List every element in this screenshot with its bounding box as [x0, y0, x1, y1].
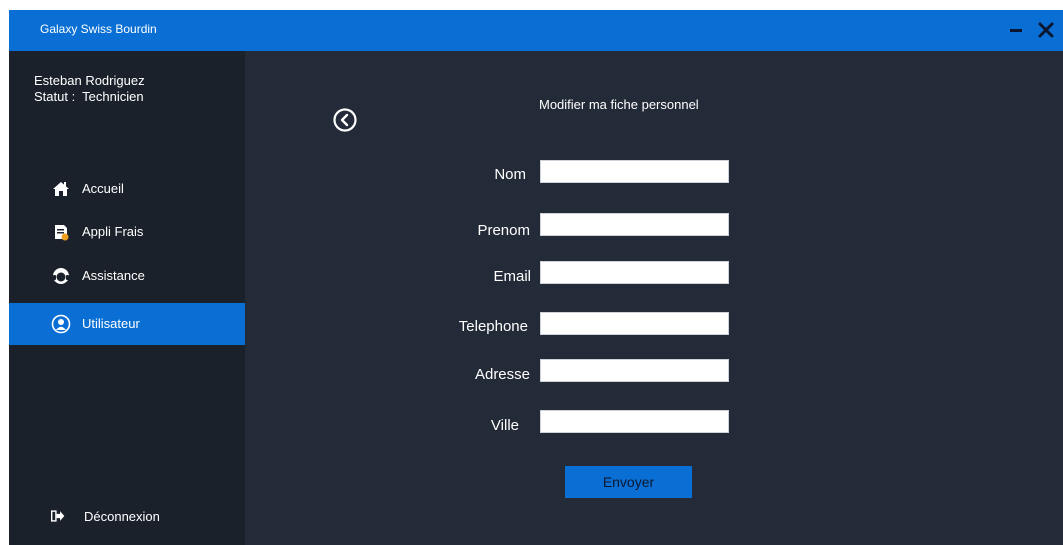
label-prenom: Prenom: [477, 222, 530, 239]
user-status: Statut : Technicien: [34, 89, 144, 104]
sidebar-item-label: Assistance: [82, 268, 145, 283]
label-ville: Ville: [490, 417, 519, 434]
telephone-input[interactable]: [540, 312, 729, 335]
sidebar-item-accueil[interactable]: Accueil: [9, 168, 245, 210]
label-telephone: Telephone: [458, 318, 528, 335]
sidebar-item-label: Accueil: [82, 181, 124, 196]
title-bar: Galaxy Swiss Bourdin: [9, 10, 1063, 51]
form-title: Modifier ma fiche personnel: [539, 97, 699, 112]
user-name: Esteban Rodriguez: [34, 73, 145, 88]
sidebar-item-label: Utilisateur: [82, 316, 140, 331]
app-title: Galaxy Swiss Bourdin: [40, 22, 157, 36]
close-icon: [1038, 22, 1054, 38]
sidebar-item-assistance[interactable]: Assistance: [9, 255, 245, 297]
minimize-icon: [1010, 29, 1022, 32]
label-adresse: Adresse: [474, 366, 530, 383]
logout-icon: [51, 510, 65, 522]
sidebar: Esteban Rodriguez Statut : Technicien Ac…: [9, 51, 245, 545]
close-button[interactable]: [1035, 16, 1057, 44]
sidebar-item-utilisateur[interactable]: Utilisateur: [9, 303, 245, 345]
minimize-button[interactable]: [1005, 16, 1027, 44]
app-window: Galaxy Swiss Bourdin Esteban Rodriguez S…: [9, 10, 1063, 545]
label-email: Email: [493, 268, 531, 285]
logout-label: Déconnexion: [84, 509, 160, 524]
back-arrow-icon: [333, 108, 357, 132]
user-icon: [51, 314, 71, 334]
submit-button[interactable]: Envoyer: [565, 466, 692, 498]
prenom-input[interactable]: [540, 213, 729, 236]
ville-input[interactable]: [540, 410, 729, 433]
sidebar-item-appli-frais[interactable]: Appli Frais: [9, 211, 245, 253]
adresse-input[interactable]: [540, 359, 729, 382]
nom-input[interactable]: [540, 160, 729, 183]
logout-button[interactable]: Déconnexion: [9, 496, 245, 538]
email-input[interactable]: [540, 261, 729, 284]
headset-icon: [53, 268, 69, 284]
main-content: Modifier ma fiche personnel Nom Prenom E…: [245, 51, 1063, 545]
sidebar-item-label: Appli Frais: [82, 224, 144, 239]
label-nom: Nom: [494, 166, 526, 183]
back-button[interactable]: [332, 107, 358, 133]
expense-icon: [55, 225, 69, 241]
home-icon: [53, 182, 69, 196]
